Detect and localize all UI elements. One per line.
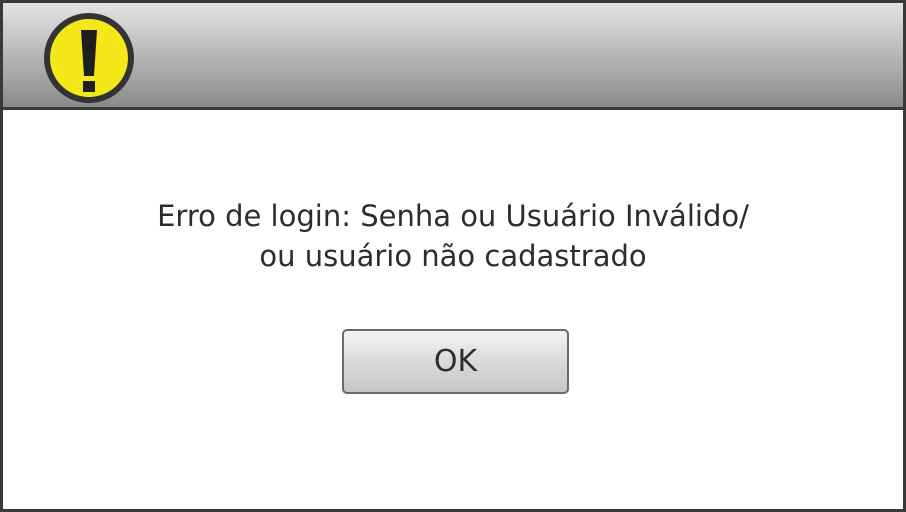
error-message-line-1: Erro de login: Senha ou Usuário Inválido… xyxy=(157,199,749,233)
dialog-titlebar xyxy=(3,3,903,110)
ok-button[interactable]: OK xyxy=(342,329,569,394)
error-dialog: Erro de login: Senha ou Usuário Inválido… xyxy=(0,0,906,512)
warning-exclamation-icon xyxy=(44,13,134,103)
error-message: Erro de login: Senha ou Usuário Inválido… xyxy=(3,196,903,276)
error-message-line-2: ou usuário não cadastrado xyxy=(259,239,647,273)
